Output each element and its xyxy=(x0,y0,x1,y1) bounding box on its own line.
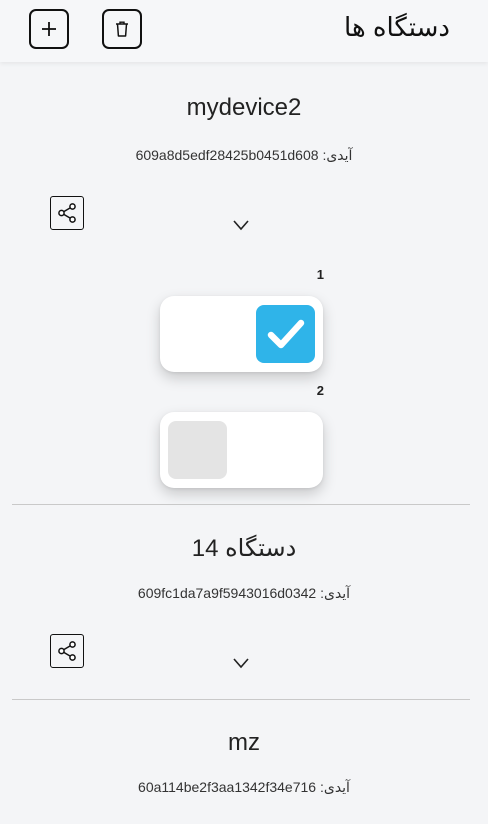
device-name: دستگاه 14 xyxy=(191,535,297,562)
device-id-row: 609a8d5edf28425b0451d608 آیدی: xyxy=(0,147,488,164)
add-device-button[interactable] xyxy=(29,9,69,49)
app-header: دستگاه ها xyxy=(0,0,488,62)
share-icon xyxy=(58,641,76,661)
switch-toggle-on[interactable] xyxy=(160,296,323,372)
plus-icon xyxy=(42,22,56,36)
device-id-value: 60a114be2f3aa1342f34e716 xyxy=(138,779,317,795)
trash-icon xyxy=(116,21,128,37)
chevron-down-icon[interactable] xyxy=(232,657,250,669)
device-id-row: 609fc1da7a9f5943016d0342 آیدی: xyxy=(0,585,488,602)
device-id-label: آیدی: xyxy=(322,147,353,163)
device-id-value: 609a8d5edf28425b0451d608 xyxy=(135,147,319,163)
device-id-label: آیدی: xyxy=(320,585,351,601)
device-id-row: 60a114be2f3aa1342f34e716 آیدی: xyxy=(0,779,488,796)
page-title: دستگاه ها xyxy=(344,12,450,42)
device-id-label: آیدی: xyxy=(319,779,350,795)
device-id-value: 609fc1da7a9f5943016d0342 xyxy=(137,585,317,601)
checkmark-icon xyxy=(267,319,304,349)
switch-toggle-off[interactable] xyxy=(160,412,323,488)
share-button[interactable] xyxy=(50,196,84,230)
share-button[interactable] xyxy=(50,634,84,668)
switch-label: 2 xyxy=(316,383,324,398)
switch-knob-checked xyxy=(256,305,315,363)
device-name: mydevice2 xyxy=(186,94,302,121)
device-name: mz xyxy=(228,729,260,756)
switch-label: 1 xyxy=(316,267,324,282)
delete-device-button[interactable] xyxy=(102,9,142,49)
device-divider xyxy=(12,504,470,505)
device-divider xyxy=(12,699,470,700)
share-icon xyxy=(58,203,76,223)
chevron-down-icon[interactable] xyxy=(232,219,250,231)
switch-knob-unchecked xyxy=(168,421,227,479)
